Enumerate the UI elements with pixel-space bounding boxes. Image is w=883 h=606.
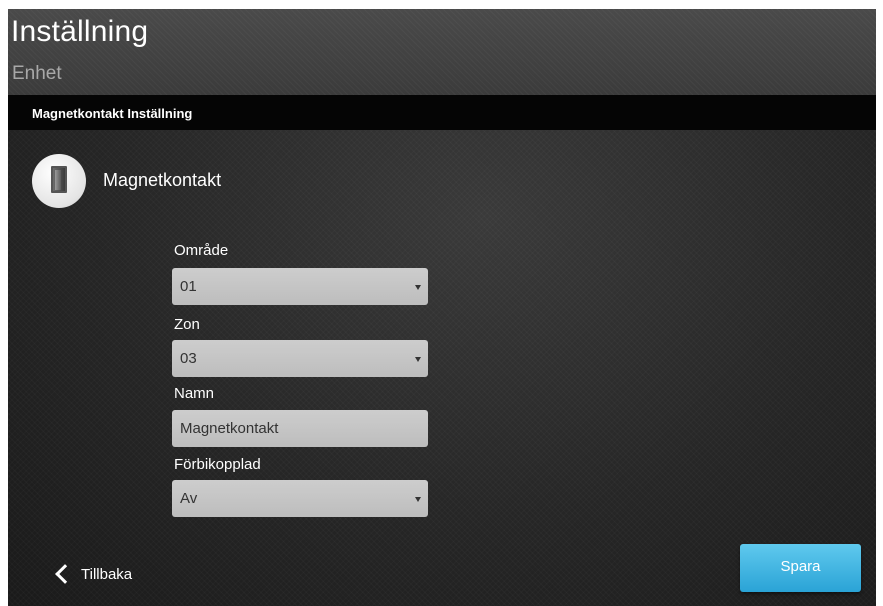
chevron-down-icon [415, 497, 421, 502]
page-title: Inställning [11, 15, 149, 48]
name-label: Namn [174, 385, 215, 402]
save-button[interactable]: Spara [740, 544, 861, 592]
chevron-down-icon [415, 357, 421, 362]
door-glyph [51, 166, 67, 193]
page-subtitle: Enhet [12, 63, 62, 84]
zone-select-value: 03 [180, 350, 197, 367]
chevron-left-icon [55, 564, 75, 584]
chevron-down-icon [415, 285, 421, 290]
device-name: Magnetkontakt [103, 170, 222, 190]
section-bar: Magnetkontakt Inställning [8, 95, 876, 130]
bypass-select-value: Av [180, 490, 198, 507]
section-title: Magnetkontakt Inställning [32, 106, 193, 121]
bypass-select[interactable]: Av [172, 480, 428, 517]
zone-label: Zon [174, 316, 200, 333]
area-select[interactable]: 01 [172, 268, 428, 305]
name-input[interactable]: Magnetkontakt [172, 410, 428, 447]
door-sensor-icon [32, 154, 86, 208]
area-label: Område [174, 242, 229, 259]
settings-screen: Inställning Enhet Magnetkontakt Inställn… [8, 9, 876, 606]
back-label: Tillbaka [81, 566, 133, 583]
area-select-value: 01 [180, 278, 197, 295]
page-header: Inställning Enhet [8, 9, 876, 95]
zone-select[interactable]: 03 [172, 340, 428, 377]
name-input-value: Magnetkontakt [180, 420, 279, 437]
bypass-label: Förbikopplad [174, 456, 261, 473]
